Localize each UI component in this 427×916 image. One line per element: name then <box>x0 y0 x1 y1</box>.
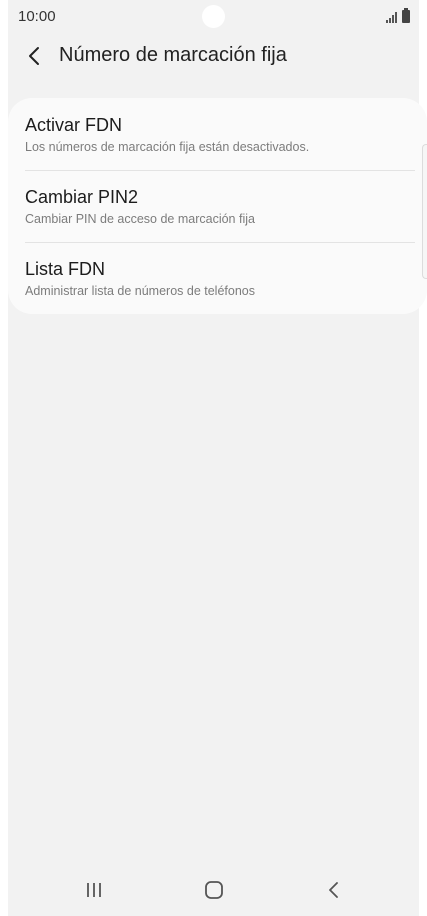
signal-icon <box>386 12 398 23</box>
home-button[interactable] <box>194 875 234 905</box>
divider <box>25 170 415 171</box>
page-title: Número de marcación fija <box>59 44 287 66</box>
app-header: Número de marcación fija <box>0 34 427 80</box>
item-subtitle: Cambiar PIN de acceso de marcación fija <box>25 212 255 226</box>
left-screen-edge <box>0 0 8 916</box>
item-title: Activar FDN <box>25 115 123 135</box>
nav-back-button[interactable] <box>313 875 353 905</box>
list-item-cambiar-pin2[interactable]: Cambiar PIN2 Cambiar PIN de acceso de ma… <box>25 187 415 226</box>
status-bar: 10:00 <box>0 0 427 34</box>
back-icon <box>329 882 338 898</box>
item-title: Lista FDN <box>25 259 106 279</box>
item-title: Cambiar PIN2 <box>25 187 139 207</box>
recent-apps-icon <box>87 883 101 897</box>
battery-icon <box>402 8 410 23</box>
item-subtitle: Administrar lista de números de teléfono… <box>25 284 255 298</box>
divider <box>25 242 415 243</box>
list-item-activar-fdn[interactable]: Activar FDN Los números de marcación fij… <box>25 115 415 154</box>
home-icon <box>205 881 223 899</box>
camera-cutout <box>202 5 225 28</box>
back-button[interactable] <box>22 42 50 70</box>
scroll-indicator[interactable] <box>422 144 427 279</box>
recent-apps-button[interactable] <box>74 875 114 905</box>
settings-card: Activar FDN Los números de marcación fij… <box>8 98 427 314</box>
item-subtitle: Los números de marcación fija están desa… <box>25 140 310 154</box>
list-item-lista-fdn[interactable]: Lista FDN Administrar lista de números d… <box>25 259 415 298</box>
chevron-left-icon <box>29 47 39 65</box>
screen: 10:00 Número de marcación fija Activar F… <box>0 0 427 916</box>
status-time: 10:00 <box>18 8 56 25</box>
navigation-bar <box>0 862 427 916</box>
